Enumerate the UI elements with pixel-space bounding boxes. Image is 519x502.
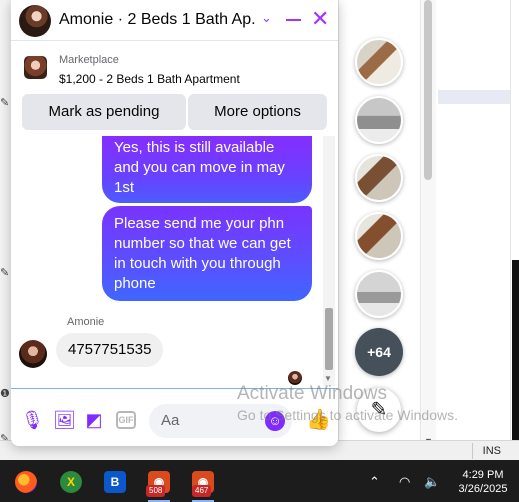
clock[interactable]: 4:29 PM 3/26/2025 bbox=[455, 468, 511, 496]
avatar[interactable] bbox=[19, 340, 47, 368]
edge-strip bbox=[512, 260, 519, 460]
chevron-up-icon[interactable]: ⌃ bbox=[369, 474, 380, 490]
incoming-message: 4757751535 bbox=[56, 333, 164, 367]
chat-head[interactable] bbox=[355, 212, 403, 260]
more-chats-button[interactable]: +64 bbox=[355, 328, 403, 376]
message-thread[interactable]: Yes, this is still available and you can… bbox=[11, 136, 338, 386]
ixl-app-icon[interactable]: X bbox=[60, 471, 82, 493]
wifi-icon[interactable]: ◠ bbox=[399, 474, 410, 490]
avatar[interactable] bbox=[19, 5, 51, 37]
clock-time: 4:29 PM bbox=[462, 469, 504, 481]
insert-mode-indicator[interactable]: INS bbox=[471, 443, 511, 459]
microphone-icon[interactable]: 🎙 bbox=[21, 410, 44, 430]
listing-actions: Mark as pending More options bbox=[11, 94, 338, 130]
info-icon[interactable]: ❶ bbox=[0, 387, 10, 400]
listing-card[interactable]: Marketplace $1,200 - 2 Beds 1 Bath Apart… bbox=[11, 42, 338, 92]
chat-header: Amonie · 2 Beds 1 Bath Ap... ⌄ ✕ bbox=[11, 0, 338, 41]
scroll-down-arrow-icon[interactable]: ▼ bbox=[324, 374, 332, 383]
firefox-icon[interactable] bbox=[15, 471, 37, 493]
pin-icon[interactable]: ✎ bbox=[0, 266, 9, 279]
sticker-icon[interactable]: ◩ bbox=[84, 410, 104, 430]
outgoing-message: Please send me your phn number so that w… bbox=[102, 206, 312, 301]
chat-head[interactable] bbox=[355, 154, 403, 202]
outgoing-message: Yes, this is still available and you can… bbox=[102, 136, 312, 203]
photo-icon[interactable]: 🖼 bbox=[53, 410, 76, 430]
chat-head[interactable] bbox=[355, 270, 403, 318]
listing-title: $1,200 - 2 Beds 1 Bath Apartment bbox=[59, 72, 240, 86]
chat-head[interactable] bbox=[355, 38, 403, 86]
listing-source: Marketplace bbox=[59, 54, 119, 66]
sender-name: Amonie bbox=[67, 316, 105, 328]
pin-icon[interactable]: ✎ bbox=[0, 96, 9, 109]
gif-icon[interactable]: GIF bbox=[116, 411, 136, 429]
notification-badge: 467 bbox=[192, 485, 212, 497]
clock-date: 3/26/2025 bbox=[458, 483, 508, 495]
taskbar: X B ◉ ◉ 508 467 ⌃ ◠ 🔈 4:29 PM 3/26/2025 bbox=[0, 460, 519, 502]
close-icon[interactable]: ✕ bbox=[311, 5, 329, 33]
minimize-icon[interactable] bbox=[286, 19, 301, 21]
page-scrollbar-thumb[interactable] bbox=[424, 0, 432, 180]
chat-title[interactable]: Amonie · 2 Beds 1 Bath Ap... bbox=[59, 11, 255, 29]
activation-watermark-subtitle: Go to Settings to activate Windows. bbox=[237, 407, 458, 423]
more-options-button[interactable]: More options bbox=[188, 94, 327, 130]
thread-scrollbar-thumb[interactable] bbox=[325, 308, 333, 370]
chevron-down-icon[interactable]: ⌄ bbox=[261, 10, 272, 26]
chat-head[interactable] bbox=[355, 96, 403, 144]
mark-as-pending-button[interactable]: Mark as pending bbox=[22, 94, 186, 130]
activation-watermark-title: Activate Windows bbox=[237, 383, 387, 404]
notification-badge: 508 bbox=[146, 485, 166, 497]
background-highlight-row bbox=[438, 90, 510, 104]
shield-app-icon[interactable]: B bbox=[104, 471, 126, 493]
listing-thumbnail bbox=[24, 56, 47, 79]
chat-window: Amonie · 2 Beds 1 Bath Ap... ⌄ ✕ Marketp… bbox=[11, 0, 338, 446]
volume-icon[interactable]: 🔈 bbox=[424, 474, 440, 490]
